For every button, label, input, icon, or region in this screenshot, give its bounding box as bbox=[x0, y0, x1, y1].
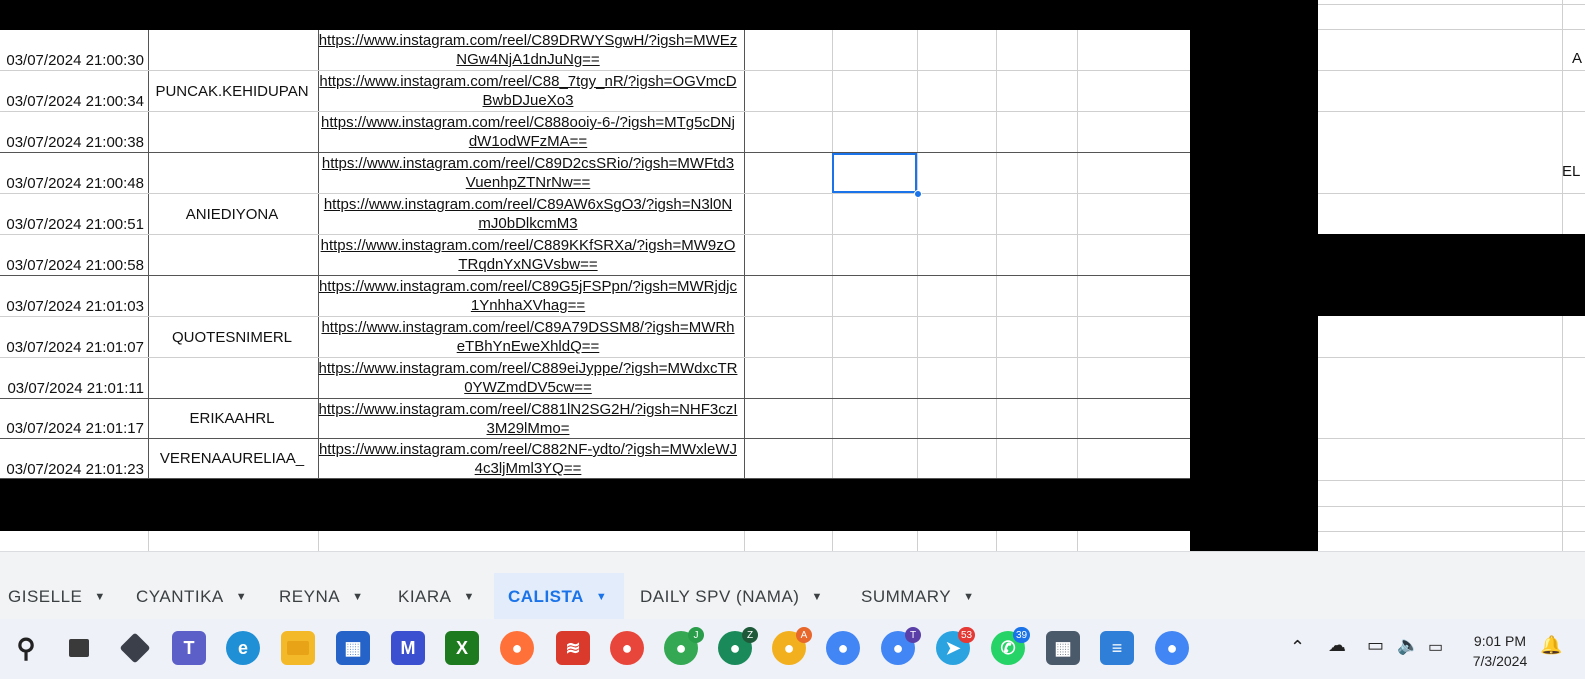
reel-link[interactable]: https://www.instagram.com/reel/C88_7tgy_… bbox=[318, 72, 738, 110]
tab-daily-spv[interactable]: DAILY SPV (NAMA) ▼ bbox=[640, 573, 840, 620]
chevron-down-icon[interactable]: ▼ bbox=[811, 591, 822, 603]
chrome-profile-icon[interactable]: ● bbox=[1155, 631, 1189, 665]
firefox-icon[interactable]: ● bbox=[500, 631, 534, 665]
tab-cyantika[interactable]: CYANTIKA ▼ bbox=[136, 573, 266, 620]
xbox-icon[interactable]: X bbox=[445, 631, 479, 665]
notepad-icon[interactable]: ≡ bbox=[1100, 631, 1134, 665]
volume-icon[interactable]: 🔈 bbox=[1397, 635, 1419, 656]
profile-letter: Z bbox=[742, 627, 758, 643]
teams-icon[interactable]: T bbox=[172, 631, 206, 665]
timestamp-cell[interactable]: 03/07/2024 21:00:58 bbox=[0, 257, 146, 274]
windows-taskbar: ⚲ T e ▦ M X ● ≋ ● ● J ● Z ● A ● ● T ➤ 53… bbox=[0, 619, 1585, 679]
chevron-down-icon[interactable]: ▼ bbox=[963, 591, 974, 603]
reel-link[interactable]: https://www.instagram.com/reel/C89AW6xSg… bbox=[318, 195, 738, 233]
redaction-bottom bbox=[0, 479, 1190, 531]
selected-cell[interactable] bbox=[832, 153, 917, 193]
file-explorer-icon[interactable] bbox=[281, 631, 315, 665]
chevron-down-icon[interactable]: ▼ bbox=[464, 591, 475, 603]
tab-label: SUMMARY bbox=[861, 586, 952, 606]
timestamp-cell[interactable]: 03/07/2024 21:01:11 bbox=[0, 380, 146, 397]
timestamp-cell[interactable]: 03/07/2024 21:00:30 bbox=[0, 52, 146, 69]
reel-link[interactable]: https://www.instagram.com/reel/C889KKfSR… bbox=[318, 236, 738, 274]
reel-link[interactable]: https://www.instagram.com/reel/C89D2csSR… bbox=[318, 154, 738, 192]
tab-label: REYNA bbox=[279, 586, 341, 606]
tab-label: DAILY SPV (NAMA) bbox=[640, 586, 800, 606]
task-view-icon[interactable] bbox=[62, 631, 96, 665]
clock-date: 7/3/2024 bbox=[1472, 653, 1528, 669]
chevron-down-icon[interactable]: ▼ bbox=[352, 591, 363, 603]
tab-summary[interactable]: SUMMARY ▼ bbox=[861, 573, 981, 620]
tab-reyna[interactable]: REYNA ▼ bbox=[279, 573, 379, 620]
right-pane-text: EL bbox=[1562, 163, 1581, 180]
chrome-profile-icon[interactable]: ● bbox=[826, 631, 860, 665]
search-icon[interactable]: ⚲ bbox=[9, 631, 43, 665]
notification-badge: 39 bbox=[1013, 627, 1031, 643]
app-m-icon[interactable]: M bbox=[391, 631, 425, 665]
reel-link[interactable]: https://www.instagram.com/reel/C882NF-yd… bbox=[318, 440, 738, 478]
chrome-profile-icon[interactable]: ● bbox=[610, 631, 644, 665]
app-cube-icon[interactable] bbox=[118, 631, 152, 665]
timestamp-cell[interactable]: 03/07/2024 21:01:07 bbox=[0, 339, 146, 356]
timestamp-cell[interactable]: 03/07/2024 21:01:17 bbox=[0, 420, 146, 437]
tab-label: CALISTA bbox=[508, 586, 584, 606]
reel-link[interactable]: https://www.instagram.com/reel/C89DRWYSg… bbox=[318, 31, 738, 69]
timestamp-cell[interactable]: 03/07/2024 21:00:38 bbox=[0, 134, 146, 151]
fill-handle[interactable] bbox=[914, 190, 922, 198]
profile-letter: T bbox=[905, 627, 921, 643]
tab-calista[interactable]: CALISTA ▼ bbox=[494, 573, 624, 620]
username-cell[interactable]: ERIKAAHRL bbox=[148, 410, 316, 427]
timestamp-cell[interactable]: 03/07/2024 21:01:23 bbox=[0, 461, 146, 478]
system-clock[interactable]: 9:01 PM 7/3/2024 bbox=[1460, 631, 1540, 671]
username-cell[interactable]: ANIEDIYONA bbox=[148, 206, 316, 223]
redaction-right-block bbox=[1318, 234, 1585, 316]
edge-icon[interactable]: e bbox=[226, 631, 260, 665]
tab-label: KIARA bbox=[398, 586, 452, 606]
remote-app-icon[interactable]: ≋ bbox=[556, 631, 590, 665]
notification-badge: 53 bbox=[958, 627, 976, 643]
right-pane-text: A bbox=[1572, 50, 1583, 67]
battery-icon[interactable]: ▭ bbox=[1428, 637, 1443, 657]
network-icon[interactable]: ▭ bbox=[1367, 635, 1384, 656]
store-icon[interactable]: ▦ bbox=[336, 631, 370, 665]
username-cell[interactable]: VERENAAURELIAA_ bbox=[148, 450, 316, 467]
username-cell[interactable]: QUOTESNIMERL bbox=[148, 329, 316, 346]
tab-label: GISELLE bbox=[8, 586, 83, 606]
reel-link[interactable]: https://www.instagram.com/reel/C881lN2SG… bbox=[318, 400, 738, 438]
chevron-down-icon[interactable]: ▼ bbox=[596, 591, 607, 603]
timestamp-cell[interactable]: 03/07/2024 21:00:34 bbox=[0, 93, 146, 110]
reel-link[interactable]: https://www.instagram.com/reel/C888ooiy-… bbox=[318, 113, 738, 151]
clock-time: 9:01 PM bbox=[1473, 633, 1527, 649]
spreadsheet-grid[interactable]: 03/07/2024 21:00:30 03/07/2024 21:00:34 … bbox=[0, 0, 1585, 551]
calculator-icon[interactable]: ▦ bbox=[1046, 631, 1080, 665]
profile-letter: J bbox=[688, 627, 704, 643]
sheet-tabs-bar: GISELLE ▼ CYANTIKA ▼ REYNA ▼ KIARA ▼ CALISTA… bbox=[0, 551, 1585, 620]
chevron-up-icon[interactable]: ⌃ bbox=[1290, 637, 1305, 658]
tab-kiara[interactable]: KIARA ▼ bbox=[398, 573, 498, 620]
reel-link[interactable]: https://www.instagram.com/reel/C89G5jFSP… bbox=[318, 277, 738, 315]
reel-link[interactable]: https://www.instagram.com/reel/C889eiJyp… bbox=[318, 359, 738, 397]
timestamp-cell[interactable]: 03/07/2024 21:01:03 bbox=[0, 298, 146, 315]
chevron-down-icon[interactable]: ▼ bbox=[236, 591, 247, 603]
reel-link[interactable]: https://www.instagram.com/reel/C89A79DSS… bbox=[318, 318, 738, 356]
tab-giselle[interactable]: GISELLE ▼ bbox=[8, 573, 126, 620]
username-cell[interactable]: PUNCAK.KEHIDUPAN bbox=[148, 83, 316, 100]
bell-icon[interactable]: 🔔 bbox=[1540, 635, 1562, 656]
timestamp-cell[interactable]: 03/07/2024 21:00:48 bbox=[0, 175, 146, 192]
cloud-offline-icon[interactable]: ☁ bbox=[1328, 635, 1346, 656]
chevron-down-icon[interactable]: ▼ bbox=[94, 591, 105, 603]
tab-label: CYANTIKA bbox=[136, 586, 224, 606]
timestamp-cell[interactable]: 03/07/2024 21:00:51 bbox=[0, 216, 146, 233]
redaction-top bbox=[0, 0, 1190, 30]
profile-letter: A bbox=[796, 627, 812, 643]
redaction-right-column bbox=[1190, 0, 1318, 551]
